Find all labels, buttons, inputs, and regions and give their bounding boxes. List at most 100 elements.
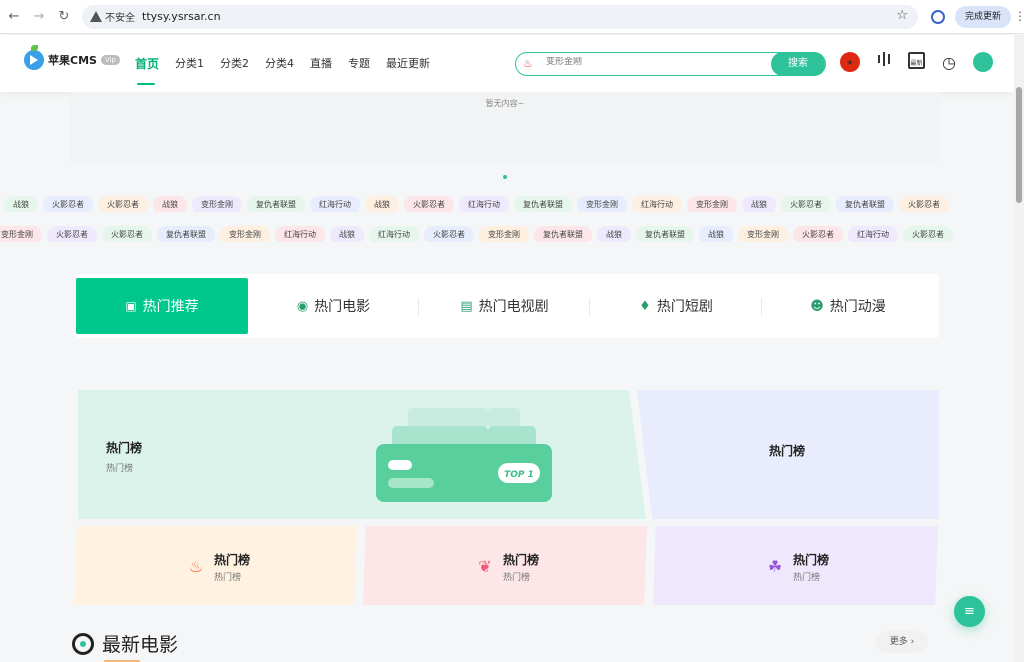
nav-item-home[interactable]: 首页 [135, 55, 159, 85]
more-menu-icon[interactable]: ⋮ [1014, 9, 1024, 23]
tag-chip[interactable]: 火影忍者 [47, 226, 97, 242]
tag-chip[interactable]: 变形金刚 [192, 196, 242, 212]
tag-chip[interactable]: 复仇者联盟 [247, 196, 305, 212]
scrollbar-thumb[interactable] [1016, 87, 1022, 203]
page-scrollbar[interactable] [1014, 35, 1024, 662]
profile-icon[interactable] [931, 10, 945, 24]
tag-chip[interactable]: 复仇者联盟 [836, 196, 894, 212]
tag-chip[interactable]: 火影忍者 [404, 196, 454, 212]
tag-chip[interactable]: 战狼 [153, 196, 187, 212]
china-flag-icon[interactable]: ★ [840, 52, 860, 72]
film-reel-icon: ◉ [296, 298, 309, 314]
tab-label: 热门电影 [314, 299, 371, 315]
tag-chip[interactable]: 战狼 [597, 226, 631, 242]
tag-chip[interactable]: 火影忍者 [781, 196, 831, 212]
tag-chip[interactable]: 火影忍者 [899, 196, 949, 212]
tag-chip[interactable]: 火影忍者 [43, 196, 93, 212]
tab-hot-short[interactable]: ♦ 热门短剧 [590, 278, 762, 334]
hot-right-card[interactable]: 热门榜 [637, 390, 939, 519]
tag-chip[interactable]: 变形金刚 [0, 226, 42, 242]
hot-main-text: 热门榜 热门榜 [106, 439, 142, 474]
hot-main-title: 热门榜 [106, 441, 143, 455]
latest-icon[interactable]: 最新 [908, 52, 925, 69]
tag-chip[interactable]: 火影忍者 [903, 226, 953, 242]
search-button[interactable]: 搜索 [771, 52, 825, 76]
logo-text: 苹果CMS [48, 54, 97, 67]
tag-chip[interactable]: 红海行动 [275, 226, 325, 242]
header-tools: ★ 最新 ◷ [840, 52, 993, 72]
update-button[interactable]: 完成更新 [955, 6, 1011, 28]
hot-card-ghost[interactable]: ☘ 热门榜 热门榜 [653, 526, 938, 605]
hot-card-subtitle: 热门榜 [214, 573, 242, 583]
hot-right-title: 热门榜 [769, 444, 806, 458]
history-icon[interactable]: ◷ [939, 52, 959, 72]
apple-logo-icon [24, 45, 44, 70]
tab-label: 热门电视剧 [478, 299, 549, 315]
tab-label: 热门短剧 [656, 299, 713, 315]
tab-hot-anime[interactable]: ☻ 热门动漫 [762, 278, 934, 334]
more-button[interactable]: 更多 › [876, 631, 928, 653]
category-tabs: ▣ 热门推荐 ◉ 热门电影 ▤ 热门电视剧 ♦ 热门短剧 ☻ 热门动漫 [76, 274, 939, 338]
tag-chip[interactable]: 复仇者联盟 [514, 196, 572, 212]
carousel-indicator[interactable] [503, 175, 507, 179]
forward-icon[interactable]: → [31, 9, 47, 25]
tab-hot-movies[interactable]: ◉ 热门电影 [248, 278, 419, 334]
tag-chip[interactable]: 变形金刚 [220, 226, 270, 242]
url-text[interactable]: ttysy.ysrsar.cn [142, 10, 221, 23]
tag-chip[interactable]: 变形金刚 [479, 226, 529, 242]
tag-chip[interactable]: 红海行动 [459, 196, 509, 212]
hot-card-fire[interactable]: ♨ 热门榜 热门榜 [74, 526, 357, 605]
search-box: ♨ 搜索 [515, 52, 826, 76]
hot-main-card[interactable]: 热门榜 热门榜 [78, 390, 646, 519]
tag-chip[interactable]: 复仇者联盟 [636, 226, 694, 242]
back-icon[interactable]: ← [6, 9, 22, 25]
nav-item-category1[interactable]: 分类1 [175, 55, 204, 72]
more-label: 更多 [889, 637, 908, 647]
tag-chip[interactable]: 变形金刚 [577, 196, 627, 212]
tag-chip[interactable]: 火影忍者 [793, 226, 843, 242]
nav-item-category2[interactable]: 分类2 [220, 55, 249, 72]
user-icon[interactable] [973, 52, 993, 72]
tag-chip[interactable]: 红海行动 [310, 196, 360, 212]
browser-toolbar: ← → ↻ 不安全 ttysy.ysrsar.cn ☆ 完成更新 ⋮ [0, 0, 1024, 34]
address-bar[interactable]: 不安全 ttysy.ysrsar.cn ☆ [82, 5, 918, 29]
tab-label: 热门动漫 [829, 299, 886, 315]
search-input[interactable] [546, 57, 746, 67]
tag-chip[interactable]: 复仇者联盟 [534, 226, 592, 242]
bookmark-star-icon[interactable]: ☆ [896, 8, 908, 23]
tag-chip[interactable]: 变形金刚 [738, 226, 788, 242]
tag-chip[interactable]: 红海行动 [848, 226, 898, 242]
fire-icon: ♨ [188, 557, 204, 576]
hot-card-bow[interactable]: ❦ 热门榜 热门榜 [363, 526, 647, 605]
nav-item-category4[interactable]: 分类4 [265, 55, 294, 72]
nav-item-recent[interactable]: 最近更新 [386, 55, 430, 72]
reload-icon[interactable]: ↻ [56, 9, 72, 25]
nav-item-live[interactable]: 直播 [310, 55, 332, 72]
tag-chip[interactable]: 战狼 [4, 196, 38, 212]
tag-chip[interactable]: 战狼 [699, 226, 733, 242]
tag-chip[interactable]: 战狼 [330, 226, 364, 242]
site-logo[interactable]: 苹果CMS Vip [24, 45, 120, 70]
tab-hot-tv[interactable]: ▤ 热门电视剧 [419, 278, 590, 334]
ranking-icon[interactable] [874, 52, 894, 66]
tag-chip[interactable]: 战狼 [742, 196, 776, 212]
tag-chip[interactable]: 红海行动 [632, 196, 682, 212]
ghost-icon: ☘ [767, 557, 783, 576]
tag-chip[interactable]: 战狼 [365, 196, 399, 212]
tag-chip[interactable]: 火影忍者 [424, 226, 474, 242]
tag-chip[interactable]: 火影忍者 [102, 226, 152, 242]
film-icon [72, 632, 94, 655]
logo-badge: Vip [100, 55, 120, 65]
video-icon: ▣ [125, 299, 137, 313]
warning-icon [90, 11, 102, 22]
tag-chip[interactable]: 变形金刚 [687, 196, 737, 212]
nav-item-topic[interactable]: 专题 [348, 55, 370, 72]
tab-hot-recommend[interactable]: ▣ 热门推荐 [76, 278, 248, 334]
menu-fab-button[interactable]: ≡ [954, 596, 985, 627]
tag-chip[interactable]: 复仇者联盟 [157, 226, 215, 242]
tag-chip[interactable]: 红海行动 [369, 226, 419, 242]
security-indicator[interactable]: 不安全 [90, 9, 135, 24]
tab-label: 热门推荐 [142, 299, 199, 315]
anime-icon: ☻ [810, 298, 824, 314]
tag-chip[interactable]: 火影忍者 [98, 196, 148, 212]
